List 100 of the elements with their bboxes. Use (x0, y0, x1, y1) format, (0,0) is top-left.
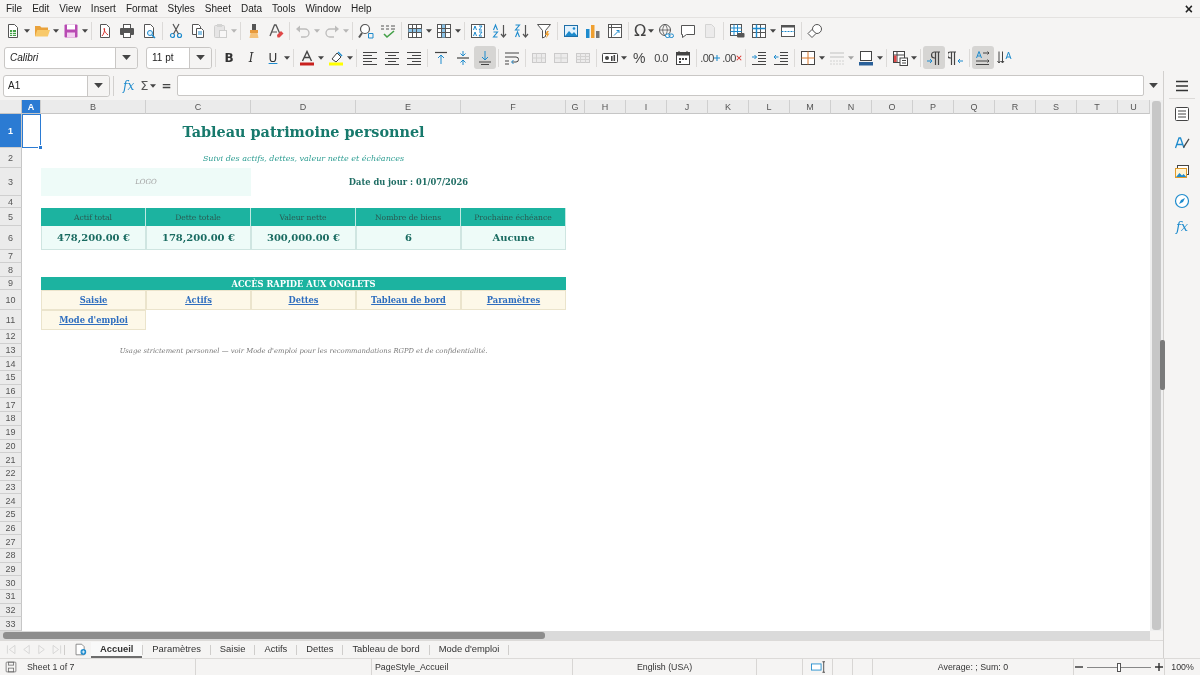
row-header[interactable]: 33 (0, 617, 22, 631)
dropdown-button[interactable] (87, 75, 109, 96)
add-sheet-icon[interactable] (74, 643, 87, 656)
split-window-icon[interactable] (780, 23, 797, 39)
row-header[interactable]: 5 (0, 208, 22, 226)
sheet-link[interactable]: Paramètres (486, 295, 541, 305)
sheet-tab[interactable]: Saisie (210, 641, 255, 658)
wrap-text-icon[interactable] (504, 49, 520, 66)
row-header[interactable]: 21 (0, 453, 22, 467)
scissors-icon[interactable] (168, 23, 184, 39)
calendar-icon[interactable] (675, 49, 691, 66)
selected-cell[interactable] (22, 114, 41, 148)
font-color-icon[interactable] (299, 49, 315, 66)
image-icon[interactable] (563, 23, 579, 39)
highlight-icon[interactable] (328, 49, 344, 66)
text-horizontal-button[interactable] (972, 46, 994, 69)
language[interactable]: English (USA) (636, 662, 693, 672)
caret-icon[interactable] (24, 29, 30, 33)
row-header[interactable]: 6 (0, 226, 22, 250)
selection-mode-icon[interactable] (808, 660, 827, 674)
sidebar-collapse-handle[interactable] (1160, 340, 1165, 390)
formula-button[interactable]: = (157, 78, 177, 93)
add-decimal-button[interactable]: .00 (699, 46, 721, 69)
sheet-link[interactable]: Tableau de bord (371, 295, 446, 305)
menu-item[interactable]: Window (300, 3, 346, 14)
copy-icon[interactable] (190, 23, 206, 39)
chart-icon[interactable] (585, 23, 601, 39)
find-replace-icon[interactable] (358, 23, 374, 39)
row-header[interactable]: 1 (0, 114, 22, 148)
row-header[interactable]: 17 (0, 398, 22, 413)
caret-icon[interactable] (426, 29, 432, 33)
sheet-link[interactable]: Actifs (185, 295, 212, 305)
navigator-icon[interactable] (1174, 193, 1190, 209)
row-header[interactable]: 11 (0, 310, 22, 330)
column-header[interactable]: R (995, 100, 1036, 114)
column-header[interactable]: P (913, 100, 954, 114)
row-header[interactable]: 4 (0, 196, 22, 208)
caret-icon[interactable] (911, 55, 917, 60)
borders-icon[interactable] (800, 49, 816, 66)
print-area-icon[interactable] (729, 23, 746, 39)
menu-item[interactable]: Data (235, 3, 268, 14)
column-header[interactable]: F (461, 100, 566, 114)
sheet-tab[interactable]: Accueil (91, 641, 143, 658)
menu-item[interactable]: File (1, 3, 28, 14)
clipboard-icon[interactable] (212, 23, 228, 39)
column-header[interactable]: L (749, 100, 790, 114)
close-button[interactable]: × (1184, 1, 1193, 16)
menu-item[interactable]: Styles (162, 3, 200, 14)
border-color-icon[interactable] (858, 49, 874, 66)
column-header[interactable]: C (146, 100, 251, 114)
caret-icon[interactable] (877, 55, 883, 60)
menu-item[interactable]: View (54, 3, 86, 14)
row-header[interactable]: 3 (0, 168, 22, 196)
gallery-icon[interactable] (1174, 164, 1190, 180)
column-header[interactable]: B (41, 100, 146, 114)
caret-icon[interactable] (347, 55, 353, 60)
sheet-tab[interactable]: Paramètres (143, 641, 210, 658)
row-header[interactable]: 7 (0, 250, 22, 263)
caret-icon[interactable] (284, 55, 290, 60)
menu-item[interactable]: Help (346, 3, 377, 14)
column-header[interactable]: D (251, 100, 356, 114)
menu-item[interactable]: Sheet (199, 3, 236, 14)
styles-icon[interactable] (1174, 135, 1190, 151)
sheet-link[interactable]: Dettes (288, 295, 319, 305)
left-to-right-button[interactable] (923, 46, 945, 69)
name-box-field[interactable]: A1 (3, 74, 110, 97)
zoom-in-icon[interactable] (1155, 663, 1163, 671)
menu-icon[interactable] (1174, 78, 1190, 94)
sheet-tab[interactable]: Dettes (297, 641, 343, 658)
column-header[interactable]: I (626, 100, 667, 114)
number-format-button[interactable]: 0.0 (650, 46, 672, 69)
formula-input-field[interactable] (176, 75, 1144, 96)
caret-icon[interactable] (53, 29, 59, 33)
caret-icon[interactable] (455, 29, 461, 33)
row-header[interactable]: 10 (0, 290, 22, 310)
caret-icon[interactable] (770, 29, 777, 33)
column-header[interactable]: Q (954, 100, 995, 114)
conditional-format-icon[interactable] (892, 49, 908, 66)
column-header[interactable]: M (790, 100, 831, 114)
freeze-icon[interactable] (751, 23, 768, 39)
save-icon[interactable] (5, 661, 17, 673)
autofilter-icon[interactable] (536, 23, 552, 39)
sheet-link[interactable]: Mode d'emploi (59, 315, 128, 325)
functions-button[interactable]: fx (1175, 219, 1189, 235)
row-header[interactable]: 31 (0, 590, 22, 604)
sheet-link[interactable]: Saisie (79, 295, 108, 305)
row-header[interactable]: 24 (0, 494, 22, 508)
zoom-out-icon[interactable] (1075, 663, 1083, 671)
print-preview-icon[interactable] (141, 23, 157, 39)
increase-indent-icon[interactable] (751, 49, 767, 66)
sort-descending-icon[interactable] (514, 23, 530, 39)
clear-formatting-icon[interactable] (268, 23, 284, 39)
spellcheck-icon[interactable] (380, 23, 396, 39)
decrease-indent-icon[interactable] (773, 49, 789, 66)
row-header[interactable]: 14 (0, 357, 22, 372)
row-header[interactable]: 27 (0, 535, 22, 549)
column-header[interactable]: N (831, 100, 872, 114)
row-header[interactable]: 18 (0, 412, 22, 426)
align-bottom-button[interactable] (474, 46, 496, 69)
caret-icon[interactable] (82, 29, 88, 33)
